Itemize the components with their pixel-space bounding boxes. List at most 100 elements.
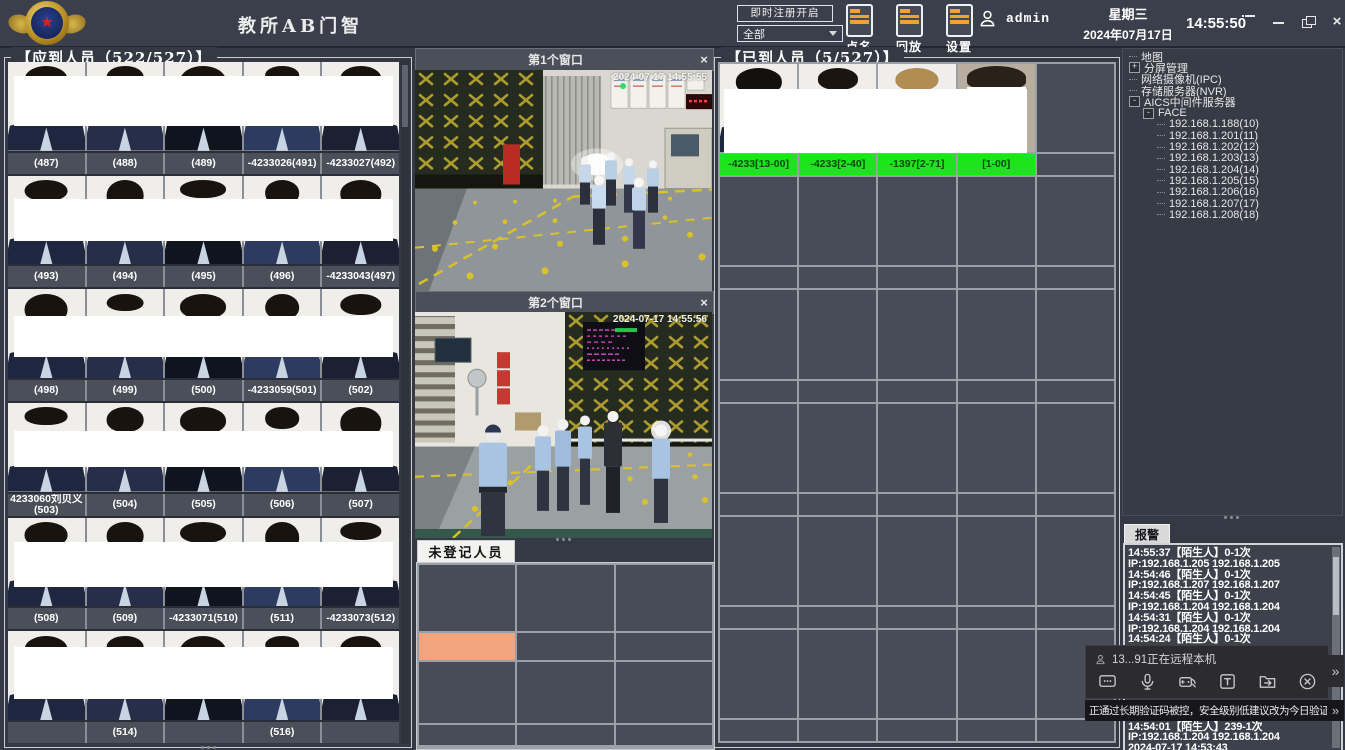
empty-cell[interactable] xyxy=(958,177,1035,265)
camera-2-video[interactable]: 2024-07-17 14:55:56 xyxy=(415,312,712,538)
empty-cell[interactable] xyxy=(958,630,1035,718)
tab-alarm[interactable]: 报警 xyxy=(1124,524,1170,545)
remote-control-icon[interactable] xyxy=(1176,670,1198,692)
close-button[interactable]: × xyxy=(1330,15,1344,29)
roster-label: (511) xyxy=(244,608,321,629)
empty-cell[interactable] xyxy=(878,404,955,492)
roster-label: (507) xyxy=(322,494,399,516)
empty-cell[interactable] xyxy=(799,177,876,265)
mic-icon[interactable] xyxy=(1136,670,1158,692)
empty-cell[interactable] xyxy=(720,630,797,718)
list-form-icon xyxy=(896,4,923,37)
unregistered-cell[interactable] xyxy=(419,662,515,723)
camera-window-2-titlebar[interactable]: 第2个窗口 × xyxy=(415,291,714,314)
unregistered-cell[interactable] xyxy=(616,662,712,723)
splitter-handle[interactable] xyxy=(1222,516,1240,520)
portrait xyxy=(181,180,227,198)
tree-label: 192.168.1.188(10) xyxy=(1169,118,1259,130)
chevron-collapse-message[interactable]: » xyxy=(1327,700,1344,721)
tree-item[interactable]: 192.168.1.203(13) xyxy=(1123,153,1342,164)
text-tool-icon[interactable] xyxy=(1216,670,1238,692)
splitter-handle[interactable] xyxy=(199,746,217,750)
tree-item[interactable]: 192.168.1.188(10) xyxy=(1123,119,1342,130)
close-icon[interactable]: × xyxy=(695,52,713,67)
arrived-label: -1397[2-71] xyxy=(878,154,955,175)
roster-label: (499) xyxy=(87,380,164,401)
menu-icon[interactable] xyxy=(1243,15,1257,29)
tree-toggle-icon[interactable]: - xyxy=(1143,108,1154,119)
roster-label: (506) xyxy=(244,494,321,516)
empty-cell[interactable] xyxy=(799,290,876,378)
empty-cell[interactable] xyxy=(1037,177,1114,265)
tab-unregistered[interactable]: 未登记人员 xyxy=(417,540,515,563)
chevron-collapse-toolbar[interactable]: » xyxy=(1327,655,1344,687)
unregistered-cell[interactable] xyxy=(419,725,515,745)
empty-cell[interactable] xyxy=(878,630,955,718)
empty-cell[interactable] xyxy=(720,177,797,265)
tree-item[interactable]: 192.168.1.202(12) xyxy=(1123,141,1342,152)
camera-window-1-titlebar[interactable]: 第1个窗口 × xyxy=(415,48,714,71)
unregistered-cell[interactable] xyxy=(517,725,613,745)
tree-item[interactable]: - AICS中间件服务器 xyxy=(1123,96,1342,107)
empty-cell[interactable] xyxy=(720,517,797,605)
empty-cell[interactable] xyxy=(1037,517,1114,605)
roster-label: (505) xyxy=(165,494,242,516)
unregistered-cell[interactable] xyxy=(616,633,712,660)
file-transfer-icon[interactable] xyxy=(1256,670,1278,692)
roster-label: (489) xyxy=(165,153,242,174)
unregistered-cell[interactable] xyxy=(616,725,712,745)
username: admin xyxy=(1006,11,1050,26)
empty-cell[interactable] xyxy=(1037,404,1114,492)
instant-register-button[interactable]: 即时注册开启 xyxy=(737,5,833,22)
empty-cell[interactable] xyxy=(720,290,797,378)
empty-cell[interactable] xyxy=(1037,64,1114,152)
empty-cell[interactable] xyxy=(799,517,876,605)
weekday-label: 星期三 xyxy=(1072,4,1184,23)
roster-label: -4233027(492) xyxy=(322,153,399,174)
privacy-redaction xyxy=(14,542,393,586)
empty-cell[interactable] xyxy=(878,177,955,265)
unregistered-highlight-cell[interactable] xyxy=(419,633,515,660)
tree-item[interactable]: 192.168.1.205(15) xyxy=(1123,175,1342,186)
tree-item[interactable]: 192.168.1.208(18) xyxy=(1123,209,1342,220)
unregistered-cell[interactable] xyxy=(517,662,613,723)
close-icon[interactable]: × xyxy=(695,295,713,310)
empty-label xyxy=(878,267,955,288)
unregistered-cell[interactable] xyxy=(616,565,712,631)
empty-cell[interactable] xyxy=(878,290,955,378)
splitter-handle[interactable] xyxy=(554,538,572,542)
chat-icon[interactable] xyxy=(1096,670,1118,692)
roster-scrollbar[interactable] xyxy=(401,61,409,744)
empty-cell[interactable] xyxy=(720,404,797,492)
empty-cell[interactable] xyxy=(878,517,955,605)
empty-cell[interactable] xyxy=(958,290,1035,378)
tree-item[interactable]: 192.168.1.204(14) xyxy=(1123,164,1342,175)
empty-cell[interactable] xyxy=(799,404,876,492)
close-icon[interactable] xyxy=(1296,670,1318,692)
empty-cell[interactable] xyxy=(799,630,876,718)
tree-item[interactable]: 192.168.1.206(16) xyxy=(1123,187,1342,198)
minimize-button[interactable] xyxy=(1272,15,1286,29)
roster-label: (496) xyxy=(244,266,321,287)
tree-item[interactable]: 192.168.1.201(11) xyxy=(1123,130,1342,141)
tree-connector xyxy=(1157,214,1165,215)
empty-cell[interactable] xyxy=(958,404,1035,492)
empty-cell[interactable] xyxy=(1037,290,1114,378)
settings-button[interactable]: 设置 xyxy=(942,4,976,55)
remote-toolbar-icons xyxy=(1086,669,1328,692)
unregistered-cell[interactable] xyxy=(517,633,613,660)
unregistered-cell[interactable] xyxy=(419,565,515,631)
restore-button[interactable] xyxy=(1301,15,1315,29)
user-menu[interactable]: admin xyxy=(978,9,1050,28)
remote-control-toolbar: 13...91正在远程本机 xyxy=(1085,645,1329,699)
tree-toggle-icon[interactable]: + xyxy=(1129,62,1140,73)
camera-1-video[interactable]: 2024-07-17 14:55:55 xyxy=(415,70,712,291)
filter-dropdown[interactable]: 全部 xyxy=(737,25,843,42)
empty-cell[interactable] xyxy=(958,517,1035,605)
roster-label xyxy=(165,722,242,743)
roster-label: (516) xyxy=(244,722,321,743)
tree-toggle-icon[interactable]: - xyxy=(1129,96,1140,107)
arrived-label: [1-00] xyxy=(958,154,1035,175)
unregistered-cell[interactable] xyxy=(517,565,613,631)
tree-item[interactable]: 192.168.1.207(17) xyxy=(1123,198,1342,209)
